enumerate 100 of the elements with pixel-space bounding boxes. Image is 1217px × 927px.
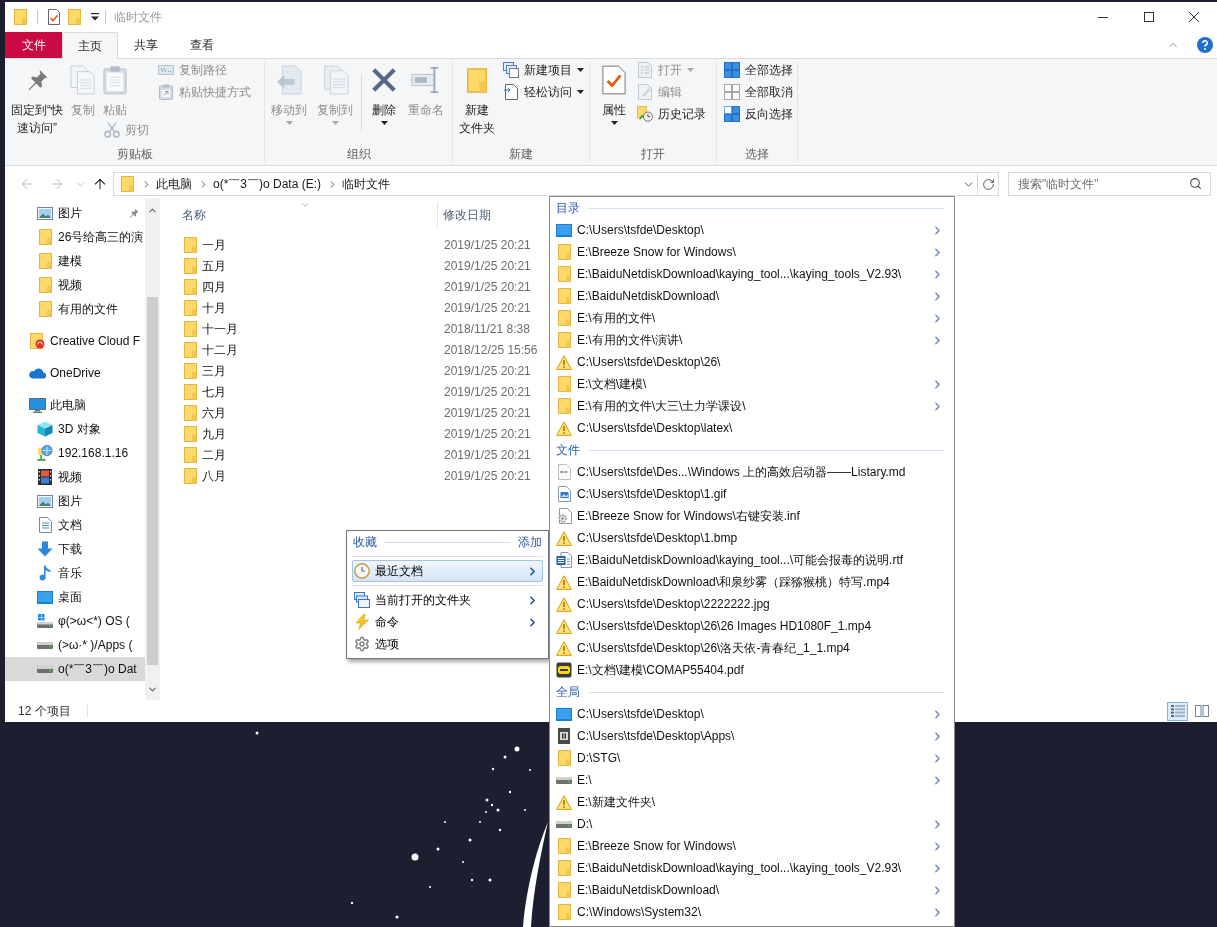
file-row[interactable]: 四月 2019/1/25 20:21 — [160, 276, 545, 297]
nav-item[interactable]: 3D 对象 — [5, 417, 145, 441]
ribbon-button[interactable]: 反向选择 — [721, 103, 796, 125]
folder-icon — [38, 229, 52, 245]
nav-item[interactable]: 26号给高三的演 — [5, 225, 145, 249]
menu-item[interactable]: E:\文档\建模\ — [556, 373, 944, 395]
nav-item[interactable]: 音乐 — [5, 561, 145, 585]
ribbon-button[interactable]: 删除 — [368, 59, 400, 127]
ribbon-button[interactable]: 全部选择 — [721, 59, 796, 81]
menu-item[interactable]: E:\有用的文件\大三\土力学课设\ — [556, 395, 944, 417]
menu-item[interactable]: E:\BaiduNetdiskDownload\ — [556, 879, 944, 901]
ribbon-tab[interactable]: 共享 — [118, 32, 174, 58]
details-view-button[interactable] — [1167, 701, 1188, 721]
menu-item[interactable]: C:\Users\tsfde\Desktop\Apps\ — [556, 725, 944, 747]
menu-item[interactable]: 最近文档 — [352, 560, 543, 582]
menu-item[interactable]: E:\ — [556, 769, 944, 791]
nav-item[interactable]: 图片 — [5, 489, 145, 513]
ribbon-button[interactable]: 新建 文件夹 — [457, 59, 497, 137]
nav-item[interactable]: 文档 — [5, 513, 145, 537]
nav-item[interactable]: 下载 — [5, 537, 145, 561]
column-header[interactable]: 名称 — [160, 198, 437, 232]
file-row[interactable]: 十月 2019/1/25 20:21 — [160, 297, 545, 318]
file-row[interactable]: 九月 2019/1/25 20:21 — [160, 423, 545, 444]
menu-item[interactable]: C:\Users\tsfde\Desktop\ — [556, 703, 944, 725]
file-row[interactable]: 十一月 2018/11/21 8:38 — [160, 318, 545, 339]
menu-item[interactable]: C:\Users\tsfde\Des...\Windows 上的高效启动器——Listary.md — [556, 461, 944, 483]
document-check-icon[interactable] — [48, 9, 60, 25]
file-row[interactable]: 一月 2019/1/25 20:21 — [160, 234, 545, 255]
refresh-button[interactable] — [978, 172, 999, 196]
address-field[interactable]: 此电脑 o(*￣3￣)o Data (E:) 临时文件 — [113, 172, 978, 196]
nav-item[interactable]: o(*￣3￣)o Dat — [5, 657, 145, 681]
menu-item[interactable]: E:\BaiduNetdiskDownload\kaying_tool...\可能会报毒的说明.rtf — [556, 549, 944, 571]
nav-item[interactable]: 192.168.1.16 — [5, 441, 145, 465]
menu-item[interactable]: 命令 — [352, 611, 543, 633]
menu-item[interactable]: C:\Users\tsfde\Desktop\26\洛天依-青春纪_1_1.mp4 — [556, 637, 944, 659]
ribbon-button[interactable]: 历史记录 — [634, 103, 709, 125]
ribbon-button[interactable]: 轻松访问 — [500, 81, 587, 103]
file-row[interactable]: 五月 2019/1/25 20:21 — [160, 255, 545, 276]
nav-item[interactable]: Creative Cloud F — [5, 329, 145, 353]
file-row[interactable]: 八月 2019/1/25 20:21 — [160, 465, 545, 486]
nav-item[interactable]: 建模 — [5, 249, 145, 273]
menu-item[interactable]: E:\Breeze Snow for Windows\ — [556, 835, 944, 857]
scrollbar[interactable] — [145, 198, 160, 700]
menu-item[interactable]: E:\Breeze Snow for Windows\ — [556, 241, 944, 263]
menu-item[interactable]: E:\文档\建模\COMAP55404.pdf — [556, 659, 944, 681]
menu-item[interactable]: E:\BaiduNetdiskDownload\kaying_tool...\kaying_tools_V2.93\ — [556, 263, 944, 285]
breadcrumb[interactable]: 临时文件 — [338, 174, 395, 194]
nav-item[interactable]: (>ω·* )/Apps ( — [5, 633, 145, 657]
menu-item[interactable]: E:\BaiduNetdiskDownload\ — [556, 285, 944, 307]
menu-item[interactable]: D:\STG\ — [556, 747, 944, 769]
ribbon-button[interactable]: 全部取消 — [721, 81, 796, 103]
menu-item[interactable]: D:\ — [556, 813, 944, 835]
column-header[interactable]: 修改日期 — [438, 198, 491, 232]
ribbon-tab[interactable]: 主页 — [62, 32, 118, 59]
menu-item[interactable]: C:\Users\tsfde\Desktop\1.bmp — [556, 527, 944, 549]
file-tab[interactable]: 文件 — [5, 32, 62, 58]
menu-item[interactable]: C:\Users\tsfde\Desktop\latex\ — [556, 417, 944, 439]
document-list-icon — [638, 62, 652, 78]
file-row[interactable]: 二月 2019/1/25 20:21 — [160, 444, 545, 465]
ribbon-button[interactable]: 新建项目 — [500, 59, 587, 81]
menu-item[interactable]: E:\新建文件夹\ — [556, 791, 944, 813]
file-row[interactable]: 六月 2019/1/25 20:21 — [160, 402, 545, 423]
caret-icon[interactable] — [91, 13, 99, 21]
file-row[interactable]: 十二月 2018/12/25 15:56 — [160, 339, 545, 360]
menu-item[interactable]: E:\BaiduNetdiskDownload\和泉纱雾（踩猕猴桃）特写.mp4 — [556, 571, 944, 593]
breadcrumb[interactable]: o(*￣3￣)o Data (E:) — [209, 174, 326, 194]
nav-item[interactable]: φ(>ω<*) OS ( — [5, 609, 145, 633]
menu-item[interactable]: E:\BaiduNetdiskDownload\kaying_tool...\kaying_tools_V2.93\ — [556, 857, 944, 879]
page-arrow-icon — [504, 84, 518, 100]
breadcrumb[interactable]: 此电脑 — [152, 174, 196, 194]
nav-item[interactable]: 视频 — [5, 273, 145, 297]
help-icon[interactable] — [1197, 37, 1213, 53]
ribbon-button[interactable]: 固定到“快 速访问” — [9, 59, 65, 137]
nav-item[interactable]: 视频 — [5, 465, 145, 489]
menu-item[interactable]: C:\Users\tsfde\Desktop\1.gif — [556, 483, 944, 505]
menu-item[interactable]: E:\Breeze Snow for Windows\右键安装.inf — [556, 505, 944, 527]
folder-icon[interactable] — [68, 9, 81, 25]
nav-item[interactable]: 此电脑 — [5, 393, 145, 417]
scrollbar-thumb[interactable] — [147, 297, 158, 665]
ribbon-tab[interactable]: 查看 — [174, 32, 230, 58]
menu-item[interactable]: C:\Users\tsfde\Desktop\ — [556, 219, 944, 241]
ribbon-button[interactable]: 属性 — [600, 59, 628, 127]
nav-item[interactable]: 图片 — [5, 201, 145, 225]
menu-item[interactable]: C:\Users\tsfde\Desktop\26\ — [556, 351, 944, 373]
search-field[interactable]: 搜索"临时文件" — [1008, 172, 1211, 196]
nav-item[interactable]: 有用的文件 — [5, 297, 145, 321]
add-link[interactable]: 添加 — [518, 533, 543, 551]
folder-icon — [557, 288, 571, 304]
folder-icon[interactable] — [14, 9, 27, 25]
menu-item[interactable]: C:\Windows\System32\ — [556, 901, 944, 923]
nav-item[interactable]: OneDrive — [5, 361, 145, 385]
file-row[interactable]: 七月 2019/1/25 20:21 — [160, 381, 545, 402]
menu-item[interactable]: E:\有用的文件\演讲\ — [556, 329, 944, 351]
menu-item[interactable]: C:\Users\tsfde\Desktop\26\26 Images HD1080F_1.mp4 — [556, 615, 944, 637]
file-row[interactable]: 三月 2019/1/25 20:21 — [160, 360, 545, 381]
nav-item[interactable]: 桌面 — [5, 585, 145, 609]
menu-item[interactable]: 选项 — [352, 633, 543, 655]
menu-item[interactable]: C:\Users\tsfde\Desktop\2222222.jpg — [556, 593, 944, 615]
menu-item[interactable]: 当前打开的文件夹 — [352, 589, 543, 611]
menu-item[interactable]: E:\有用的文件\ — [556, 307, 944, 329]
